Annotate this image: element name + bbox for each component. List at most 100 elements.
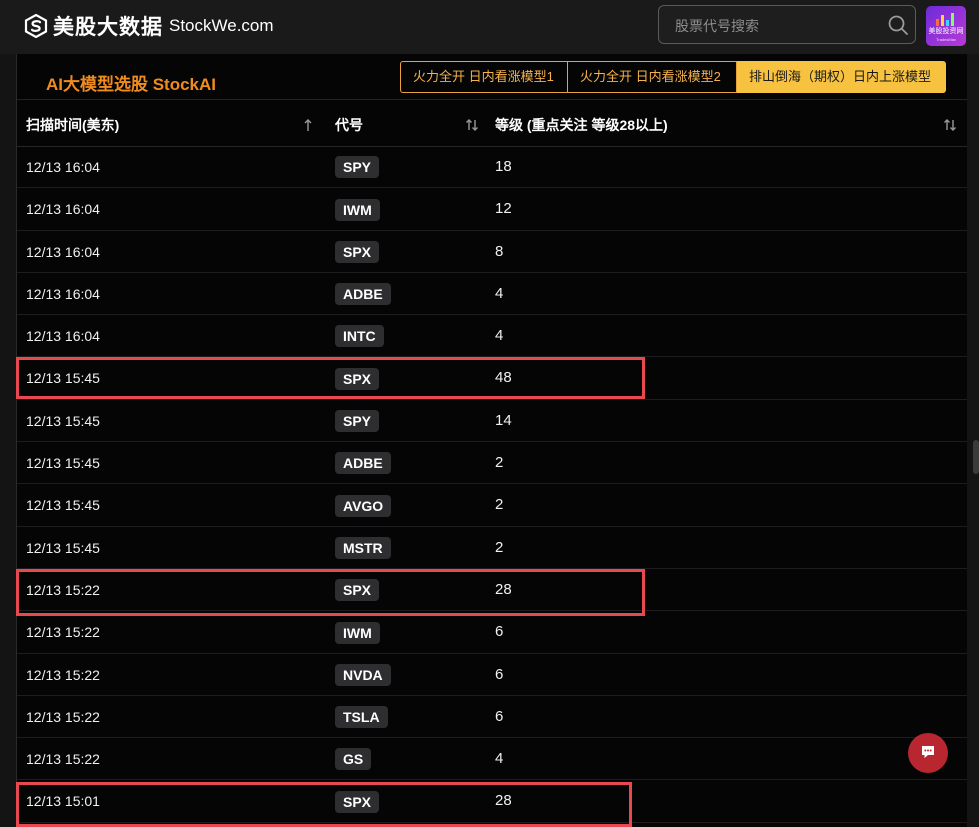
ticker-badge[interactable]: TSLA <box>335 706 388 729</box>
table-row[interactable]: 12/13 15:22 TSLA 6 <box>17 696 967 739</box>
ticker-cell: SPY <box>335 146 380 188</box>
level-value: 6 <box>495 665 504 683</box>
ticker-badge[interactable]: SPY <box>335 410 380 433</box>
ticker-cell: GS <box>335 738 372 780</box>
sort-icon[interactable] <box>464 117 480 133</box>
panel-title: AI大模型选股 StockAI <box>46 75 217 94</box>
ticker-badge[interactable]: SPX <box>335 579 380 602</box>
scan-time: 12/13 15:22 <box>26 581 100 598</box>
ticker-cell: ADBE <box>335 273 391 315</box>
divider <box>17 99 967 100</box>
site-logo[interactable]: 美股大数据 StockWe.com <box>24 11 274 41</box>
table-row[interactable]: 12/13 16:04 SPY 18 <box>17 146 967 189</box>
table-row[interactable]: 12/13 16:04 IWM 12 <box>17 188 967 231</box>
level-value: 2 <box>495 496 504 514</box>
scan-time: 12/13 15:22 <box>26 708 100 725</box>
table-row[interactable]: 12/13 16:04 ADBE 4 <box>17 273 967 316</box>
scan-time: 12/13 16:04 <box>26 328 100 345</box>
level-value: 18 <box>495 158 512 175</box>
ticker-cell: IWM <box>335 611 380 653</box>
ticker-cell: MSTR <box>335 527 391 569</box>
table-row[interactable]: 12/13 15:01 SPX 28 <box>17 780 967 823</box>
level-value: 48 <box>495 369 512 387</box>
scan-time: 12/13 15:22 <box>26 751 100 768</box>
level-value: 6 <box>495 707 504 725</box>
logo-text-cn: 美股大数据 <box>53 16 163 39</box>
table-row[interactable]: 12/13 16:04 INTC 4 <box>17 315 967 358</box>
avatar[interactable]: 美股投资网 TradesMax <box>926 6 966 46</box>
table-row[interactable]: 12/13 15:22 SPX 28 <box>17 569 967 612</box>
logo-text-en: StockWe.com <box>169 16 274 35</box>
ticker-badge[interactable]: INTC <box>335 325 384 348</box>
chart-icon <box>936 13 954 26</box>
ticker-cell: SPX <box>335 569 380 611</box>
logo-s-icon <box>24 14 48 38</box>
column-header-code[interactable]: 代号 <box>335 104 363 146</box>
sort-asc-icon[interactable] <box>300 117 316 133</box>
table-row[interactable]: 12/13 15:45 MSTR 2 <box>17 527 967 569</box>
scan-time: 12/13 15:22 <box>26 666 100 683</box>
scan-time: 12/13 15:45 <box>26 370 100 387</box>
ticker-badge[interactable]: SPY <box>335 156 380 179</box>
level-value: 4 <box>495 750 504 768</box>
ticker-badge[interactable]: SPX <box>335 240 380 263</box>
search-icon[interactable] <box>887 14 909 36</box>
column-header-time[interactable]: 扫描时间(美东) <box>26 104 119 146</box>
column-header-level[interactable]: 等级 (重点关注 等级28以上) <box>495 104 668 146</box>
level-value: 4 <box>495 284 504 302</box>
search-box <box>658 5 916 45</box>
tab-model-1[interactable]: 火力全开 日内看涨模型1 <box>400 61 568 93</box>
ticker-badge[interactable]: SPX <box>335 790 380 813</box>
search-input[interactable] <box>659 6 892 45</box>
scan-time: 12/13 16:04 <box>26 159 100 175</box>
ticker-cell: SPY <box>335 400 380 442</box>
tab-options-model[interactable]: 排山倒海（期权）日内上涨模型 <box>737 61 946 93</box>
scan-time: 12/13 15:45 <box>26 539 100 556</box>
table-header: 扫描时间(美东) 代号 等级 (重点关注 等级28以上) <box>17 104 967 147</box>
ticker-cell: TSLA <box>335 696 388 738</box>
level-value: 2 <box>495 538 504 556</box>
avatar-label: 美股投资网 <box>928 28 964 35</box>
scan-time: 12/13 15:45 <box>26 455 100 472</box>
ticker-cell: IWM <box>335 188 380 230</box>
scan-time: 12/13 15:22 <box>26 624 100 641</box>
ticker-badge[interactable]: IWM <box>335 621 380 644</box>
ticker-badge[interactable]: GS <box>335 748 372 771</box>
table-row[interactable]: 12/13 15:45 AVGO 2 <box>17 484 967 527</box>
sort-icon[interactable] <box>942 117 958 133</box>
level-value: 12 <box>495 200 512 218</box>
scan-time: 12/13 16:04 <box>26 285 100 302</box>
ticker-cell: INTC <box>335 315 384 357</box>
ticker-badge[interactable]: MSTR <box>335 536 391 559</box>
table-row[interactable]: 12/13 16:04 SPX 8 <box>17 231 967 273</box>
ticker-badge[interactable]: ADBE <box>335 452 391 475</box>
scan-time: 12/13 15:45 <box>26 412 100 429</box>
ticker-cell: SPX <box>335 357 380 399</box>
level-value: 2 <box>495 454 504 472</box>
scan-time: 12/13 16:04 <box>26 243 100 260</box>
table-row[interactable]: 12/13 15:45 SPX 48 <box>17 357 967 400</box>
scan-time: 12/13 15:01 <box>26 793 100 810</box>
ticker-badge[interactable]: AVGO <box>335 494 392 517</box>
chat-button[interactable] <box>908 733 948 773</box>
table-row[interactable]: 12/13 15:45 SPY 14 <box>17 400 967 443</box>
avatar-sublabel: TradesMax <box>936 37 956 42</box>
ticker-cell: SPX <box>335 780 380 822</box>
stockai-panel: AI大模型选股 StockAI 火力全开 日内看涨模型1 火力全开 日内看涨模型… <box>16 54 967 827</box>
level-value: 6 <box>495 623 504 641</box>
table-row[interactable]: 12/13 15:22 NVDA 6 <box>17 654 967 696</box>
ticker-badge[interactable]: SPX <box>335 367 380 390</box>
ticker-badge[interactable]: NVDA <box>335 663 391 686</box>
scrollbar[interactable] <box>973 440 979 474</box>
tab-model-2[interactable]: 火力全开 日内看涨模型2 <box>568 61 737 93</box>
level-value: 28 <box>495 580 512 598</box>
model-tabs: 火力全开 日内看涨模型1 火力全开 日内看涨模型2 排山倒海（期权）日内上涨模型 <box>400 61 946 93</box>
table-row[interactable]: 12/13 15:22 GS 4 <box>17 738 967 781</box>
ticker-badge[interactable]: IWM <box>335 198 380 221</box>
level-value: 8 <box>495 242 504 260</box>
table-row[interactable]: 12/13 15:22 IWM 6 <box>17 611 967 654</box>
ticker-badge[interactable]: ADBE <box>335 283 391 306</box>
table-row[interactable]: 12/13 15:45 ADBE 2 <box>17 442 967 485</box>
chat-icon <box>922 746 934 758</box>
table-body: 12/13 16:04 SPY 18 12/13 16:04 IWM 12 12/13 16… <box>17 146 967 823</box>
